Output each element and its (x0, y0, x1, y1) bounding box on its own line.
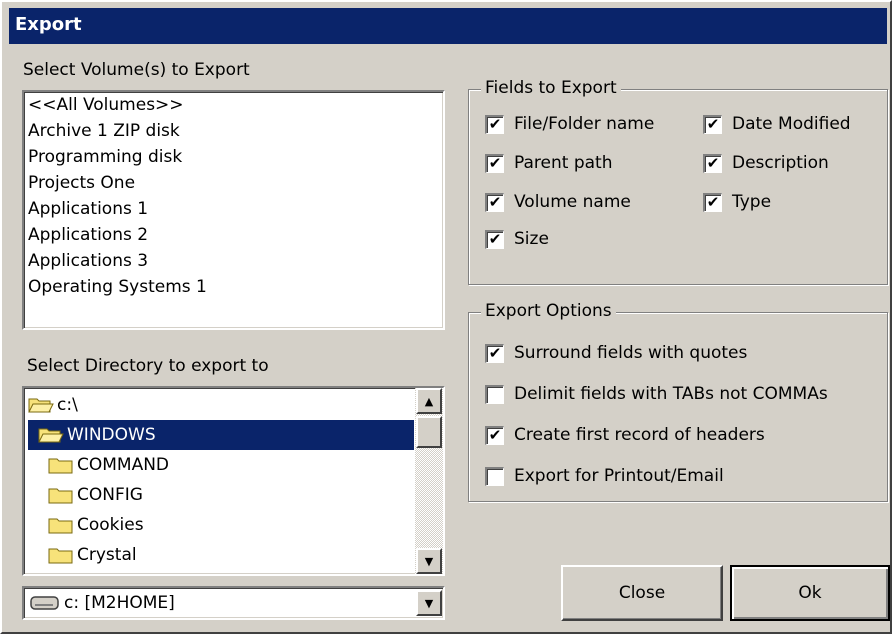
export-dialog: Export Select Volume(s) to Export <<All … (0, 0, 892, 634)
checkbox-label: Create first record of headers (514, 425, 765, 445)
option-checkbox[interactable]: ✔ Create first record of headers (485, 425, 765, 445)
checkbox[interactable]: ✔ (485, 153, 504, 173)
drive-icon (30, 596, 59, 610)
checkbox-label: Date Modified (732, 114, 851, 134)
directory-item[interactable]: c:\ (28, 390, 414, 420)
checkbox[interactable]: ✔ (703, 153, 722, 173)
options-legend: Export Options (481, 301, 616, 321)
drive-value: c: [M2HOME] (64, 593, 175, 613)
folder-icon (48, 486, 77, 504)
folder-icon (48, 516, 77, 534)
directory-item-label: COMMAND (77, 455, 170, 475)
directory-item-label: Crystal (77, 545, 137, 565)
checkbox-label: Volume name (514, 192, 631, 212)
directory-item-label: Cookies (77, 515, 144, 535)
volume-list-item[interactable]: Projects One (24, 170, 443, 196)
checkbox-label: Description (732, 153, 829, 173)
checkbox[interactable]: ✔ (703, 192, 722, 212)
title-bar: Export (9, 8, 887, 44)
field-checkbox[interactable]: ✔ Date Modified (703, 114, 851, 134)
checkbox-label: Parent path (514, 153, 613, 173)
window-title: Export (15, 14, 82, 35)
checkbox[interactable] (485, 384, 504, 404)
scroll-thumb[interactable] (416, 416, 442, 448)
directory-list[interactable]: c:\ WINDOWS COMMAND CONFIG Cookies Crystal ▲ … (22, 386, 445, 576)
folder-icon (48, 546, 77, 564)
drive-dropdown-button[interactable]: ▼ (416, 590, 442, 616)
scroll-down-button[interactable]: ▼ (416, 548, 442, 574)
directory-item-label: WINDOWS (67, 425, 156, 445)
checkbox-label: Export for Printout/Email (514, 466, 724, 486)
checkbox-label: Delimit fields with TABs not COMMAs (514, 384, 828, 404)
field-checkbox[interactable]: ✔ Volume name (485, 192, 631, 212)
checkbox[interactable]: ✔ (485, 425, 504, 445)
volume-list-item[interactable]: Applications 3 (24, 248, 443, 274)
volume-list-item[interactable]: Applications 1 (24, 196, 443, 222)
volume-list-item[interactable]: Operating Systems 1 (24, 274, 443, 300)
checkbox[interactable]: ✔ (485, 343, 504, 363)
scroll-up-button[interactable]: ▲ (416, 388, 442, 414)
volume-list-item[interactable]: <<All Volumes>> (24, 92, 443, 118)
checkbox-label: File/Folder name (514, 114, 655, 134)
open-folder-icon (38, 426, 67, 444)
directory-item-label: c:\ (57, 395, 78, 415)
field-checkbox[interactable]: ✔ Description (703, 153, 829, 173)
directory-item[interactable]: CONFIG (28, 480, 414, 510)
folder-icon (48, 456, 77, 474)
open-folder-icon (28, 396, 57, 414)
option-checkbox[interactable]: Export for Printout/Email (485, 466, 724, 486)
fields-legend: Fields to Export (481, 78, 621, 98)
checkbox[interactable]: ✔ (485, 192, 504, 212)
directory-item[interactable]: Crystal (28, 540, 414, 570)
close-button-label: Close (618, 583, 666, 603)
directory-item[interactable]: Cookies (28, 510, 414, 540)
drive-select[interactable]: c: [M2HOME] ▼ (22, 586, 445, 620)
option-checkbox[interactable]: ✔ Surround fields with quotes (485, 343, 747, 363)
checkbox[interactable]: ✔ (485, 229, 504, 249)
directory-item-label: CONFIG (77, 485, 143, 505)
option-checkbox[interactable]: Delimit fields with TABs not COMMAs (485, 384, 828, 404)
checkbox[interactable]: ✔ (703, 114, 722, 134)
ok-button-label: Ok (798, 583, 822, 603)
checkbox-label: Size (514, 229, 549, 249)
directory-scrollbar[interactable]: ▲ ▼ (415, 388, 443, 574)
field-checkbox[interactable]: ✔ Size (485, 229, 549, 249)
field-checkbox[interactable]: ✔ File/Folder name (485, 114, 654, 134)
volume-list-item[interactable]: Archive 1 ZIP disk (24, 118, 443, 144)
options-group: Export Options ✔ Surround fields with quo… (468, 301, 888, 502)
directory-item[interactable]: WINDOWS (28, 420, 414, 450)
directory-label: Select Directory to export to (27, 356, 269, 376)
volume-list-item[interactable]: Programming disk (24, 144, 443, 170)
directory-item[interactable]: COMMAND (28, 450, 414, 480)
ok-button[interactable]: Ok (730, 565, 890, 621)
fields-group: Fields to Export ✔ File/Folder name ✔ Paren… (468, 78, 888, 285)
checkbox-label: Type (732, 192, 772, 212)
field-checkbox[interactable]: ✔ Parent path (485, 153, 612, 173)
checkbox-label: Surround fields with quotes (514, 343, 748, 363)
checkbox[interactable] (485, 466, 504, 486)
field-checkbox[interactable]: ✔ Type (703, 192, 771, 212)
checkbox[interactable]: ✔ (485, 114, 504, 134)
volume-list-item[interactable]: Applications 2 (24, 222, 443, 248)
close-button[interactable]: Close (561, 565, 723, 621)
volume-list[interactable]: <<All Volumes>> Archive 1 ZIP disk Program… (22, 90, 445, 330)
volumes-label: Select Volume(s) to Export (23, 60, 250, 80)
